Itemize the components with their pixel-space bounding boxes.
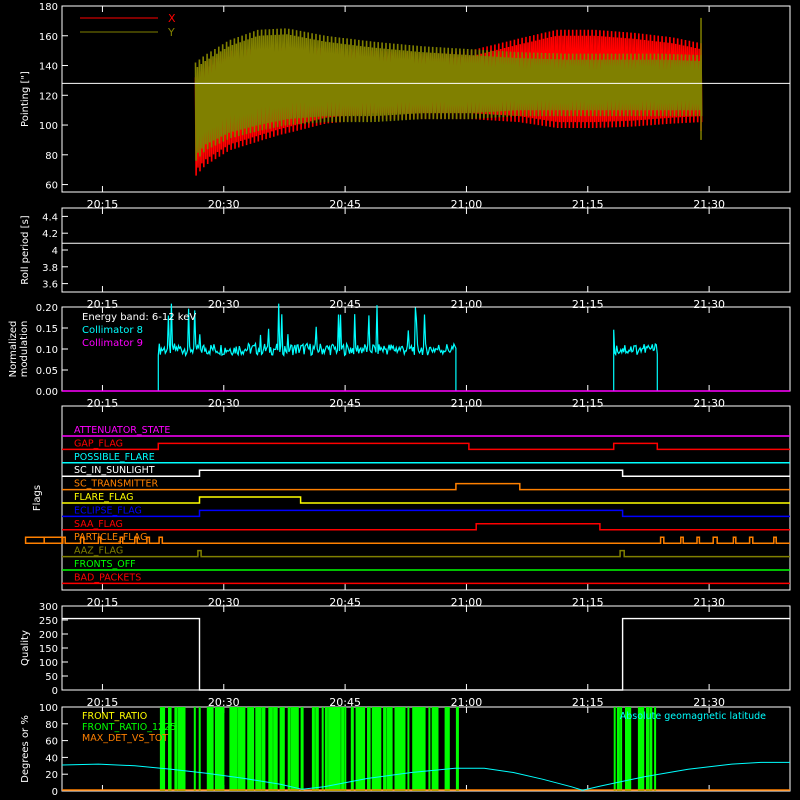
front-ratio-bar [423, 707, 426, 791]
flag-label: FRONTS_OFF [74, 559, 136, 570]
front-ratio-bar [362, 707, 366, 791]
flag-label: ECLIPSE_FLAG [74, 505, 142, 516]
y-tick-label: 0.00 [36, 387, 58, 398]
y-tick-label: 100 [39, 121, 58, 132]
legend-label: FRONT_RATIO_1225 [82, 722, 176, 733]
front-ratio-bar [169, 707, 172, 791]
y-tick-label: 20 [45, 770, 58, 781]
flag-label: FLARE_FLAG [74, 492, 134, 503]
flag-label: ATTENUATOR_STATE [74, 425, 170, 436]
y-tick-label: 80 [45, 720, 58, 731]
front-ratio-bar [182, 707, 186, 791]
front-ratio-bar [263, 707, 266, 791]
y-axis-label: modulation [19, 321, 30, 378]
front-ratio-bar [350, 707, 354, 791]
y-tick-label: 250 [39, 616, 58, 627]
y-tick-label: 60 [45, 181, 58, 192]
front-ratio-bar [300, 707, 304, 791]
y-axis-label: Roll period [s] [20, 215, 31, 284]
front-ratio-bar [455, 707, 459, 791]
front-ratio-bar [436, 707, 439, 791]
y-tick-label: 40 [45, 753, 58, 764]
y-tick-label: 60 [45, 737, 58, 748]
front-ratio-bar [211, 707, 214, 791]
y-tick-label: 180 [39, 2, 58, 13]
y-tick-label: 80 [45, 151, 58, 162]
flag-label: GAP_FLAG [74, 438, 123, 449]
front-ratio-bar [447, 707, 450, 791]
front-ratio-bar [163, 707, 166, 791]
y-axis-label: Flags [32, 485, 43, 511]
front-ratio-bar [174, 707, 178, 791]
front-ratio-bar [407, 707, 410, 791]
y-tick-label: 0.15 [36, 324, 58, 335]
flag-label: SAA_FLAG [74, 519, 123, 530]
chart-figure: 20:1520:3020:4521:0021:1521:3021:4560801… [0, 0, 800, 800]
front-ratio-bar [316, 707, 319, 791]
front-ratio-bar [324, 707, 328, 791]
y-tick-label: 0.05 [36, 366, 58, 377]
y-tick-label: 140 [39, 62, 58, 73]
front-ratio-bar [402, 707, 406, 791]
legend-label: Collimator 8 [82, 325, 143, 336]
y-tick-label: 4 [52, 246, 58, 257]
energy-band-annotation: Energy band: 6-12 keV [82, 312, 196, 323]
y-tick-label: 3.8 [42, 263, 58, 274]
y-tick-label: 3.6 [42, 280, 58, 291]
y-axis-label: Degrees or % [20, 715, 31, 783]
y-axis-label: Normalized [8, 321, 19, 378]
y-tick-label: 300 [39, 602, 58, 613]
y-tick-label: 160 [39, 32, 58, 43]
flag-label: BAD_PACKETS [74, 572, 141, 583]
y-tick-label: 0 [52, 686, 58, 697]
legend-label: MAX_DET_VS_TOT [82, 733, 168, 744]
legend-label: Y [167, 26, 175, 39]
y-tick-label: 100 [39, 658, 58, 669]
y-tick-label: 0 [52, 787, 58, 798]
flag-label: AAZ_FLAG [74, 546, 123, 557]
front-ratio-bar [428, 707, 431, 791]
y-axis-label: Pointing ["] [20, 71, 31, 127]
front-ratio-bar [287, 707, 291, 791]
front-ratio-bar [258, 707, 262, 791]
legend-label: X [168, 12, 176, 25]
y-tick-label: 150 [39, 644, 58, 655]
legend-label: FRONT_RATIO [82, 711, 147, 722]
legend-label: Collimator 9 [82, 338, 143, 349]
y-tick-label: 0.10 [36, 345, 58, 356]
y-tick-label: 0.20 [36, 303, 58, 314]
y-axis-label: Quality [20, 630, 31, 666]
front-ratio-bar [613, 707, 616, 791]
front-ratio-bar [344, 707, 347, 791]
front-ratio-bar [378, 707, 382, 791]
front-ratio-bar [198, 707, 201, 791]
front-ratio-bar [193, 707, 196, 791]
y-tick-label: 100 [39, 703, 58, 714]
front-ratio-bar [274, 707, 278, 791]
front-ratio-bar [383, 707, 387, 791]
y-tick-label: 200 [39, 630, 58, 641]
flag-label: SC_IN_SUNLIGHT [74, 465, 155, 476]
y-tick-label: 4.4 [42, 212, 58, 223]
front-ratio-bar [341, 707, 345, 791]
flag-label: PARTICLE_FLAG [74, 532, 147, 543]
flag-label: POSSIBLE_FLARE [74, 452, 155, 463]
geomagnetic-latitude-label: Absolute geomagnetic latitude [620, 711, 766, 722]
front-ratio-bar [234, 707, 238, 791]
front-ratio-bar [311, 707, 315, 791]
front-ratio-bar [337, 707, 341, 791]
front-ratio-bar [252, 707, 255, 791]
flag-label: SC_TRANSMITTER [74, 479, 159, 490]
front-ratio-bar [269, 707, 273, 791]
front-ratio-bar [321, 707, 324, 791]
front-ratio-bar [221, 707, 225, 791]
y-tick-label: 120 [39, 91, 58, 102]
front-ratio-bar [389, 707, 393, 791]
y-tick-label: 50 [45, 672, 58, 683]
front-ratio-bar [295, 707, 299, 791]
y-tick-label: 4.2 [42, 229, 58, 240]
front-ratio-bar [282, 707, 285, 791]
